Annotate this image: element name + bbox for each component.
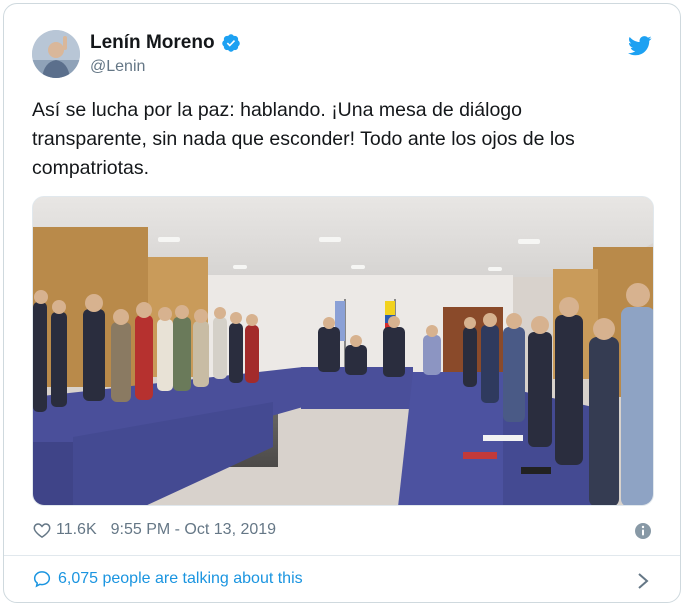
heart-icon[interactable] — [32, 520, 52, 540]
twitter-bird-icon[interactable] — [628, 36, 652, 56]
author-name[interactable]: Lenín Moreno — [90, 32, 215, 54]
tweet-photo[interactable] — [32, 196, 654, 506]
author-handle[interactable]: @Lenin — [90, 58, 145, 76]
meeting-room-image — [33, 197, 653, 505]
speech-bubble-icon — [33, 571, 51, 588]
tweet-timestamp[interactable]: 9:55 PM - Oct 13, 2019 — [111, 521, 276, 539]
conversation-link[interactable]: 6,075 people are talking about this — [32, 569, 303, 589]
author-name-row[interactable]: Lenín Moreno — [90, 32, 241, 54]
verified-badge-icon — [221, 34, 240, 52]
chevron-right-icon[interactable] — [636, 572, 650, 590]
info-icon[interactable] — [634, 522, 652, 540]
avatar-image — [32, 30, 80, 78]
avatar[interactable] — [32, 30, 80, 78]
tweet-card: Lenín Moreno @Lenin Así se lucha por la … — [3, 3, 681, 603]
footer-divider — [4, 555, 680, 556]
like-count[interactable]: 11.6K — [56, 521, 97, 539]
tweet-text: Así se lucha por la paz: hablando. ¡Una … — [32, 99, 575, 179]
conversation-text[interactable]: 6,075 people are talking about this — [58, 570, 303, 588]
tweet-meta: 11.6K 9:55 PM - Oct 13, 2019 — [32, 520, 276, 540]
